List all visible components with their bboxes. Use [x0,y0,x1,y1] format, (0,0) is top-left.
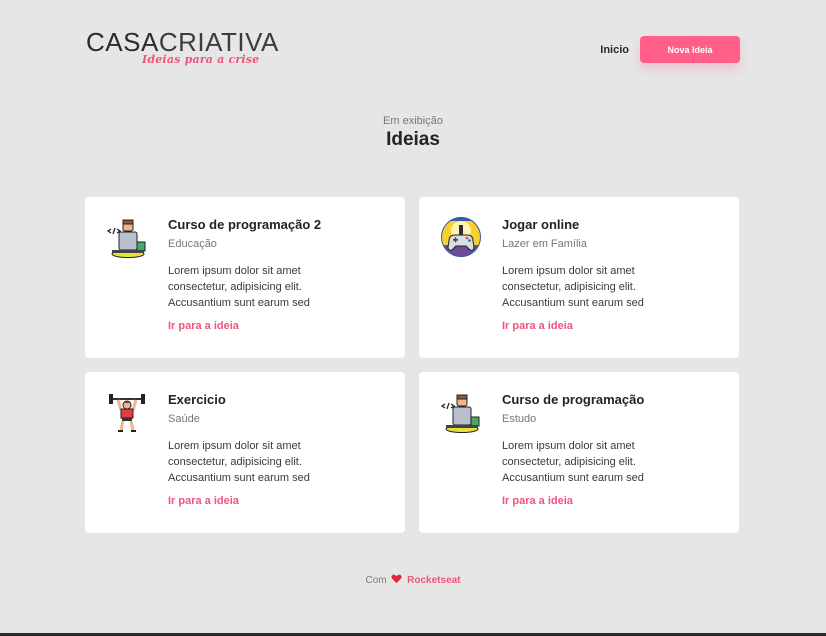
card-description: Lorem ipsum dolor sit amet consectetur, … [168,440,310,484]
idea-card: Curso de programação 2 Educação Lorem ip… [85,197,405,358]
idea-card: Jogar online Lazer em Família Lorem ipsu… [419,197,739,358]
rocketseat-link[interactable]: Rocketseat [407,575,460,586]
section-header: Em exibição Ideias [0,115,826,151]
nav-home-link[interactable]: Inicio [600,44,629,56]
card-body: Curso de programação 2 Educação Lorem ip… [168,217,393,332]
card-category: Estudo [502,413,537,425]
card-link[interactable]: Ir para a ideia [168,320,393,332]
logo[interactable]: CASACRIATIVA Ideias para a crise [86,28,286,72]
footer-prefix: Com [365,575,387,587]
idea-card: Exercicio Saúde Lorem ipsum dolor sit am… [85,372,405,533]
card-body: Curso de programação Estudo Lorem ipsum … [502,392,727,507]
card-link[interactable]: Ir para a ideia [168,495,393,507]
card-body: Exercicio Saúde Lorem ipsum dolor sit am… [168,392,393,507]
page-title: Ideias [386,129,440,150]
new-idea-button[interactable]: Nova Ideia [640,36,740,63]
logo-tagline: Ideias para a crise [142,53,260,66]
card-link[interactable]: Ir para a ideia [502,320,727,332]
ideas-grid: Curso de programação 2 Educação Lorem ip… [85,197,739,533]
idea-card: Curso de programação Estudo Lorem ipsum … [419,372,739,533]
card-title: Curso de programação [502,392,645,407]
programmer-icon [106,217,151,261]
card-link[interactable]: Ir para a ideia [502,495,727,507]
card-title: Curso de programação 2 [168,217,322,232]
card-category: Educação [168,238,217,250]
section-subtitle: Em exibição [383,115,443,127]
card-description: Lorem ipsum dolor sit amet consectetur, … [502,265,644,309]
site-header: CASACRIATIVA Ideias para a crise Inicio … [86,28,740,78]
card-category: Saúde [168,413,200,425]
card-body: Jogar online Lazer em Família Lorem ipsu… [502,217,727,332]
weightlifter-icon [107,392,151,436]
heart-icon [391,574,402,587]
page-footer: Com Rocketseat [0,574,826,587]
gamepad-icon [441,217,485,261]
card-category: Lazer em Família [502,238,587,250]
card-description: Lorem ipsum dolor sit amet consectetur, … [168,265,310,309]
card-title: Exercicio [168,392,226,407]
main-nav: Inicio Nova Ideia [600,36,740,63]
programmer-icon [440,392,485,436]
card-title: Jogar online [502,217,580,232]
card-description: Lorem ipsum dolor sit amet consectetur, … [502,440,644,484]
logo-wordmark: CASACRIATIVA [86,28,279,56]
